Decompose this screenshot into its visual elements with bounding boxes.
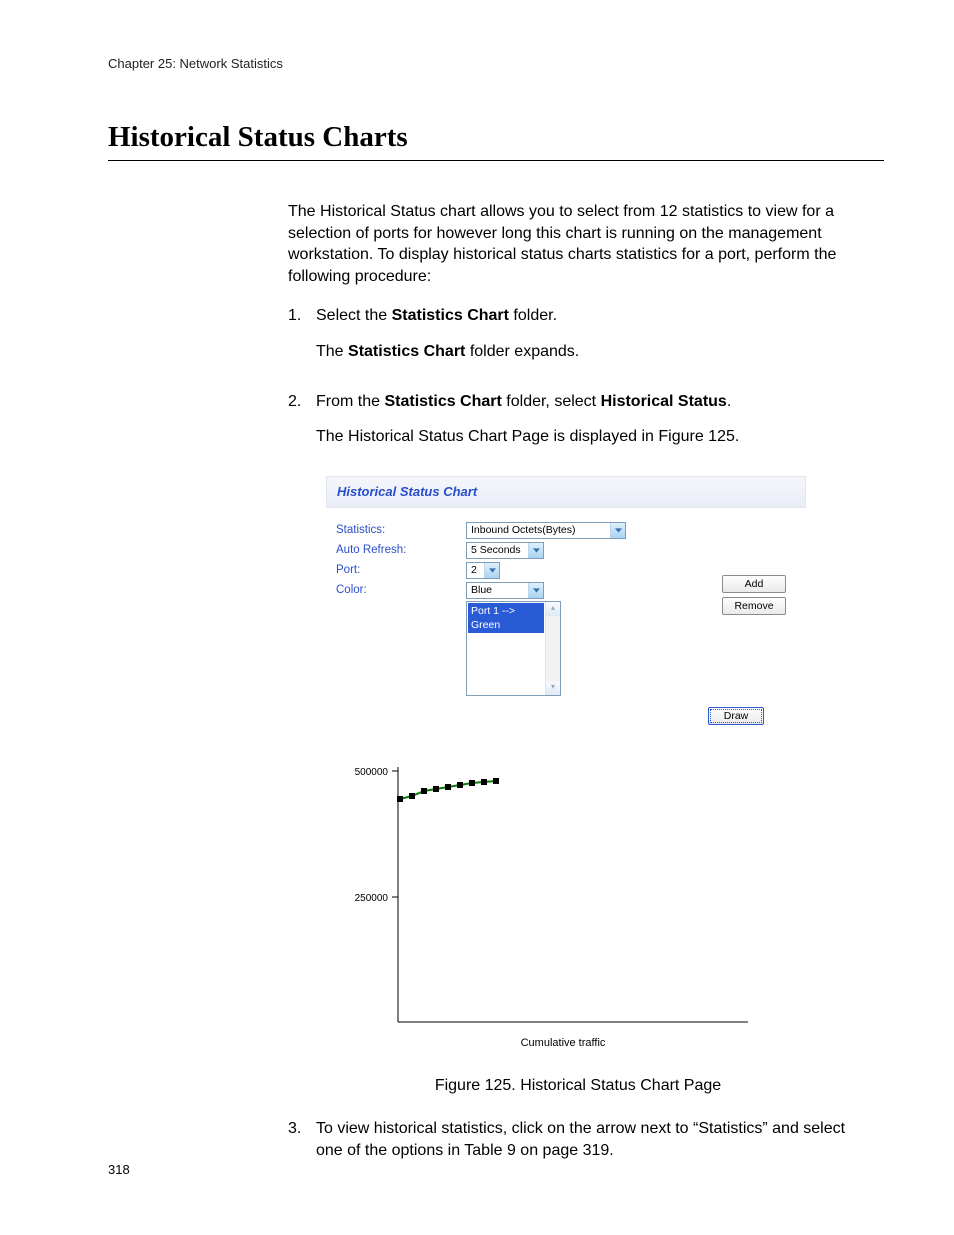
draw-button[interactable]: Draw [708, 707, 764, 725]
color-select[interactable]: Blue [466, 582, 544, 599]
label-color: Color: [336, 582, 466, 599]
step-2-line-1: From the Statistics Chart folder, select… [316, 391, 868, 413]
auto-refresh-value: 5 Seconds [471, 543, 527, 557]
step-1-line-1: Select the Statistics Chart folder. [316, 305, 868, 327]
chevron-down-icon [528, 543, 543, 558]
chapter-header: Chapter 25: Network Statistics [108, 56, 884, 71]
ytick-250000: 250000 [355, 893, 389, 904]
step-number: 2. [288, 391, 316, 462]
label-port: Port: [336, 562, 466, 579]
auto-refresh-select[interactable]: 5 Seconds [466, 542, 544, 559]
port-select[interactable]: 2 [466, 562, 500, 579]
panel-header: Historical Status Chart [326, 476, 806, 508]
step-2: 2. From the Statistics Chart folder, sel… [288, 391, 868, 462]
section-rule [108, 160, 884, 161]
section-title: Historical Status Charts [108, 121, 884, 154]
chevron-down-icon [528, 583, 543, 598]
step-number: 3. [288, 1118, 316, 1175]
statistics-value: Inbound Octets(Bytes) [471, 523, 581, 537]
chevron-down-icon [484, 563, 499, 578]
label-auto-refresh: Auto Refresh: [336, 542, 466, 559]
intro-paragraph: The Historical Status chart allows you t… [288, 201, 868, 287]
label-statistics: Statistics: [336, 522, 466, 539]
step-3-text: To view historical statistics, click on … [316, 1118, 868, 1161]
historical-status-chart: 500000 250000 [328, 757, 758, 1051]
chart-svg: 500000 250000 [328, 757, 758, 1032]
port-value: 2 [471, 563, 483, 577]
step-number: 1. [288, 305, 316, 376]
panel-title: Historical Status Chart [337, 484, 477, 499]
step-3: 3. To view historical statistics, click … [288, 1118, 868, 1175]
figure-caption: Figure 125. Historical Status Chart Page [288, 1075, 868, 1097]
add-button[interactable]: Add [722, 575, 786, 593]
chart-xlabel: Cumulative traffic [328, 1036, 758, 1051]
scroll-down-icon[interactable]: ▾ [546, 681, 560, 695]
remove-button[interactable]: Remove [722, 597, 786, 615]
statistics-select[interactable]: Inbound Octets(Bytes) [466, 522, 626, 539]
step-1-line-2: The Statistics Chart folder expands. [316, 341, 868, 363]
color-value: Blue [471, 583, 498, 597]
ytick-500000: 500000 [355, 767, 389, 778]
scroll-up-icon[interactable]: ▴ [546, 602, 560, 616]
port-color-listbox[interactable]: Port 1 --> Green ▴ ▾ [466, 601, 561, 696]
step-2-line-2: The Historical Status Chart Page is disp… [316, 426, 868, 448]
historical-status-panel: Historical Status Chart Statistics: Inbo… [326, 476, 806, 735]
page-number: 318 [108, 1162, 130, 1177]
chart-series-markers [397, 778, 499, 802]
step-1: 1. Select the Statistics Chart folder. T… [288, 305, 868, 376]
chevron-down-icon [610, 523, 625, 538]
listbox-item-selected[interactable]: Port 1 --> Green [468, 603, 544, 633]
listbox-scrollbar[interactable]: ▴ ▾ [545, 602, 560, 695]
